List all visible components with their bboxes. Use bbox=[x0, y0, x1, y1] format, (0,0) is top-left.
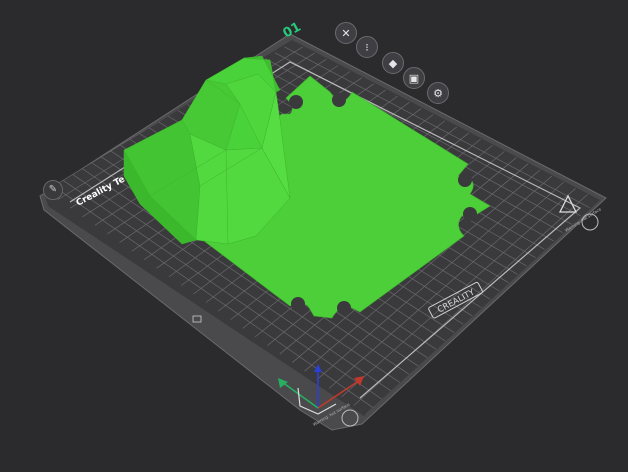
lock-button[interactable]: ▣ bbox=[403, 67, 425, 89]
lock-icon: ▣ bbox=[408, 72, 420, 85]
settings-icon: ⚙ bbox=[433, 87, 443, 100]
edit-icon: ✎ bbox=[48, 184, 58, 195]
build-plate-scene[interactable]: Creality Te CREALITY Warning: hot surfac… bbox=[0, 0, 628, 472]
left-edit-button[interactable]: ✎ bbox=[43, 180, 63, 200]
add-icon: ✕ bbox=[341, 27, 351, 40]
orient-button[interactable]: ◆ bbox=[382, 52, 404, 74]
settings-button[interactable]: ⚙ bbox=[427, 82, 449, 104]
orient-icon: ◆ bbox=[388, 57, 398, 70]
3d-viewport[interactable]: Creality Te CREALITY Warning: hot surfac… bbox=[0, 0, 628, 472]
auto-arrange-icon: ⁝ bbox=[365, 41, 369, 54]
auto-arrange-button[interactable]: ⁝ bbox=[356, 36, 378, 58]
add-button[interactable]: ✕ bbox=[335, 22, 357, 44]
